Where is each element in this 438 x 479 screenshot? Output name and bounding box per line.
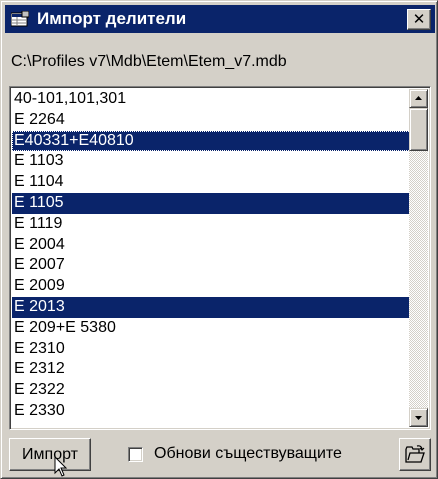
list-item[interactable]: E 2312 — [12, 359, 411, 380]
import-dividers-dialog: Импорт делители ✕ C:\Profiles v7\Mdb\Ete… — [0, 0, 438, 479]
scroll-down-button[interactable] — [409, 408, 428, 427]
list-item[interactable]: E 2009 — [12, 276, 411, 297]
list-item[interactable]: E 2264 — [12, 110, 411, 131]
title-bar[interactable]: Импорт делители ✕ — [5, 5, 435, 33]
dividers-list[interactable]: 40-101,101,301 E 2264 E40331+E40810 E 1103 E… — [12, 89, 411, 427]
database-table-icon — [10, 10, 30, 27]
list-item[interactable]: E 1105 — [12, 192, 411, 214]
list-item[interactable]: E 2004 — [12, 235, 411, 256]
list-item[interactable]: E 1119 — [12, 214, 411, 235]
arrow-up-icon — [415, 96, 422, 100]
update-existing-checkbox[interactable] — [128, 447, 143, 462]
import-button[interactable]: Импорт — [9, 438, 91, 471]
window-title: Импорт делители — [37, 9, 187, 28]
list-item[interactable]: E 209+E 5380 — [12, 318, 411, 339]
update-existing-label[interactable]: Обнови съществуващите — [154, 444, 342, 464]
vertical-scrollbar[interactable] — [409, 89, 428, 427]
scroll-up-button[interactable] — [409, 89, 428, 108]
close-button[interactable]: ✕ — [407, 9, 431, 30]
list-item[interactable]: E 1103 — [12, 151, 411, 172]
list-item[interactable]: 40-101,101,301 — [12, 89, 411, 110]
list-item[interactable]: E40331+E40810 — [12, 130, 411, 152]
list-item[interactable]: E 2007 — [12, 255, 411, 276]
list-item[interactable]: E 2322 — [12, 380, 411, 401]
arrow-down-icon — [415, 416, 422, 420]
database-path-label: C:\Profiles v7\Mdb\Etem\Etem_v7.mdb — [11, 53, 287, 70]
open-folder-icon — [405, 445, 425, 463]
list-item[interactable]: E 1104 — [12, 172, 411, 193]
close-icon: ✕ — [412, 10, 426, 28]
open-file-button[interactable] — [399, 438, 431, 471]
list-item[interactable]: E 2330 — [12, 401, 411, 422]
scroll-thumb[interactable] — [409, 108, 428, 151]
list-item[interactable]: E 2013 — [12, 296, 411, 318]
list-item[interactable]: E 2310 — [12, 339, 411, 360]
dividers-listbox[interactable]: 40-101,101,301 E 2264 E40331+E40810 E 1103 E… — [9, 86, 431, 430]
